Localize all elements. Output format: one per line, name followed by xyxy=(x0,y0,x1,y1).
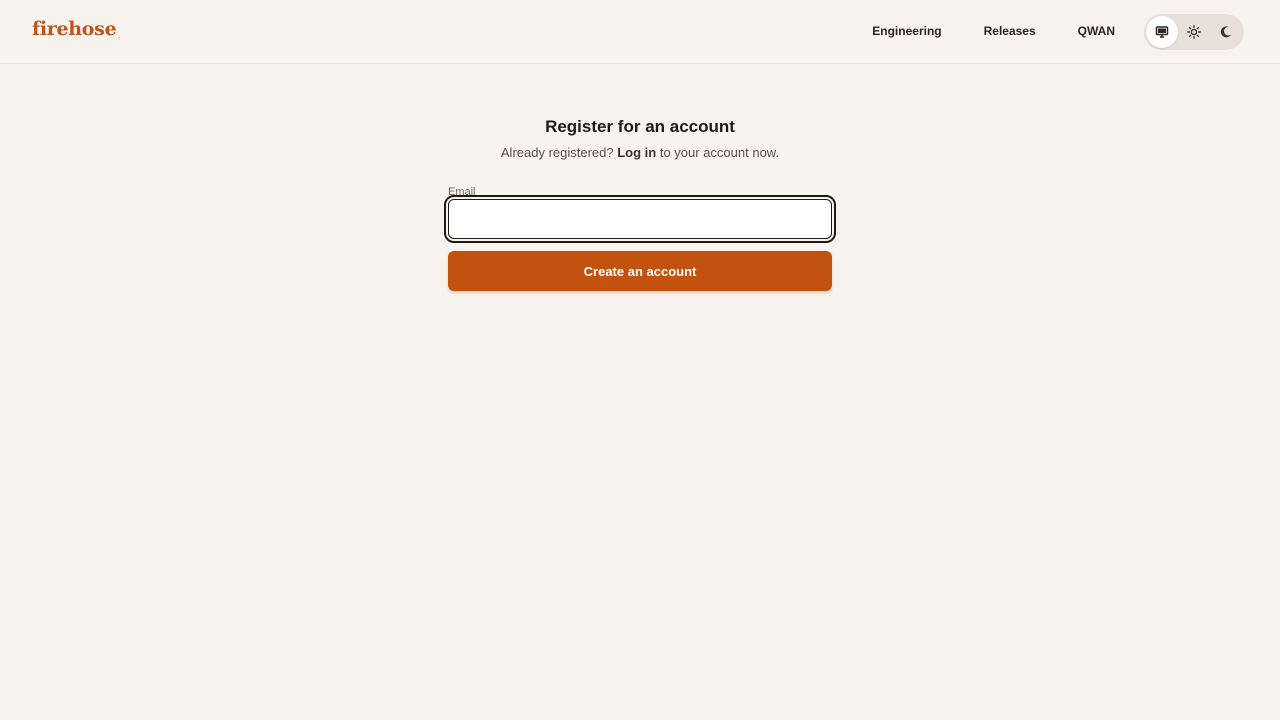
sun-icon xyxy=(1187,25,1201,39)
email-field[interactable] xyxy=(444,195,836,243)
email-label: Email xyxy=(448,186,476,198)
login-prompt-prefix: Already registered? xyxy=(500,145,618,160)
main-nav: Engineering Releases QWAN xyxy=(830,22,1115,40)
theme-switcher xyxy=(1144,14,1244,50)
nav-link-qwan[interactable]: QWAN xyxy=(1078,22,1115,40)
nav-link-engineering[interactable]: Engineering xyxy=(872,22,941,40)
nav-link-releases[interactable]: Releases xyxy=(984,22,1036,40)
monitor-icon xyxy=(1155,25,1169,39)
moon-icon xyxy=(1219,25,1233,39)
theme-dark-button[interactable] xyxy=(1210,16,1242,48)
theme-system-button[interactable] xyxy=(1146,16,1178,48)
page-title: Register for an account xyxy=(545,117,735,136)
create-account-button[interactable]: Create an account xyxy=(448,251,832,291)
login-prompt: Already registered? Log in to your accou… xyxy=(448,144,832,162)
site-logo[interactable]: firehose xyxy=(32,18,117,40)
theme-light-button[interactable] xyxy=(1178,16,1210,48)
top-navigation-bar: firehose Engineering Releases QWAN xyxy=(0,0,1280,64)
login-prompt-suffix: to your account now. xyxy=(656,145,780,160)
register-form-section: Register for an account Already register… xyxy=(444,112,836,291)
login-link[interactable]: Log in xyxy=(617,145,656,160)
